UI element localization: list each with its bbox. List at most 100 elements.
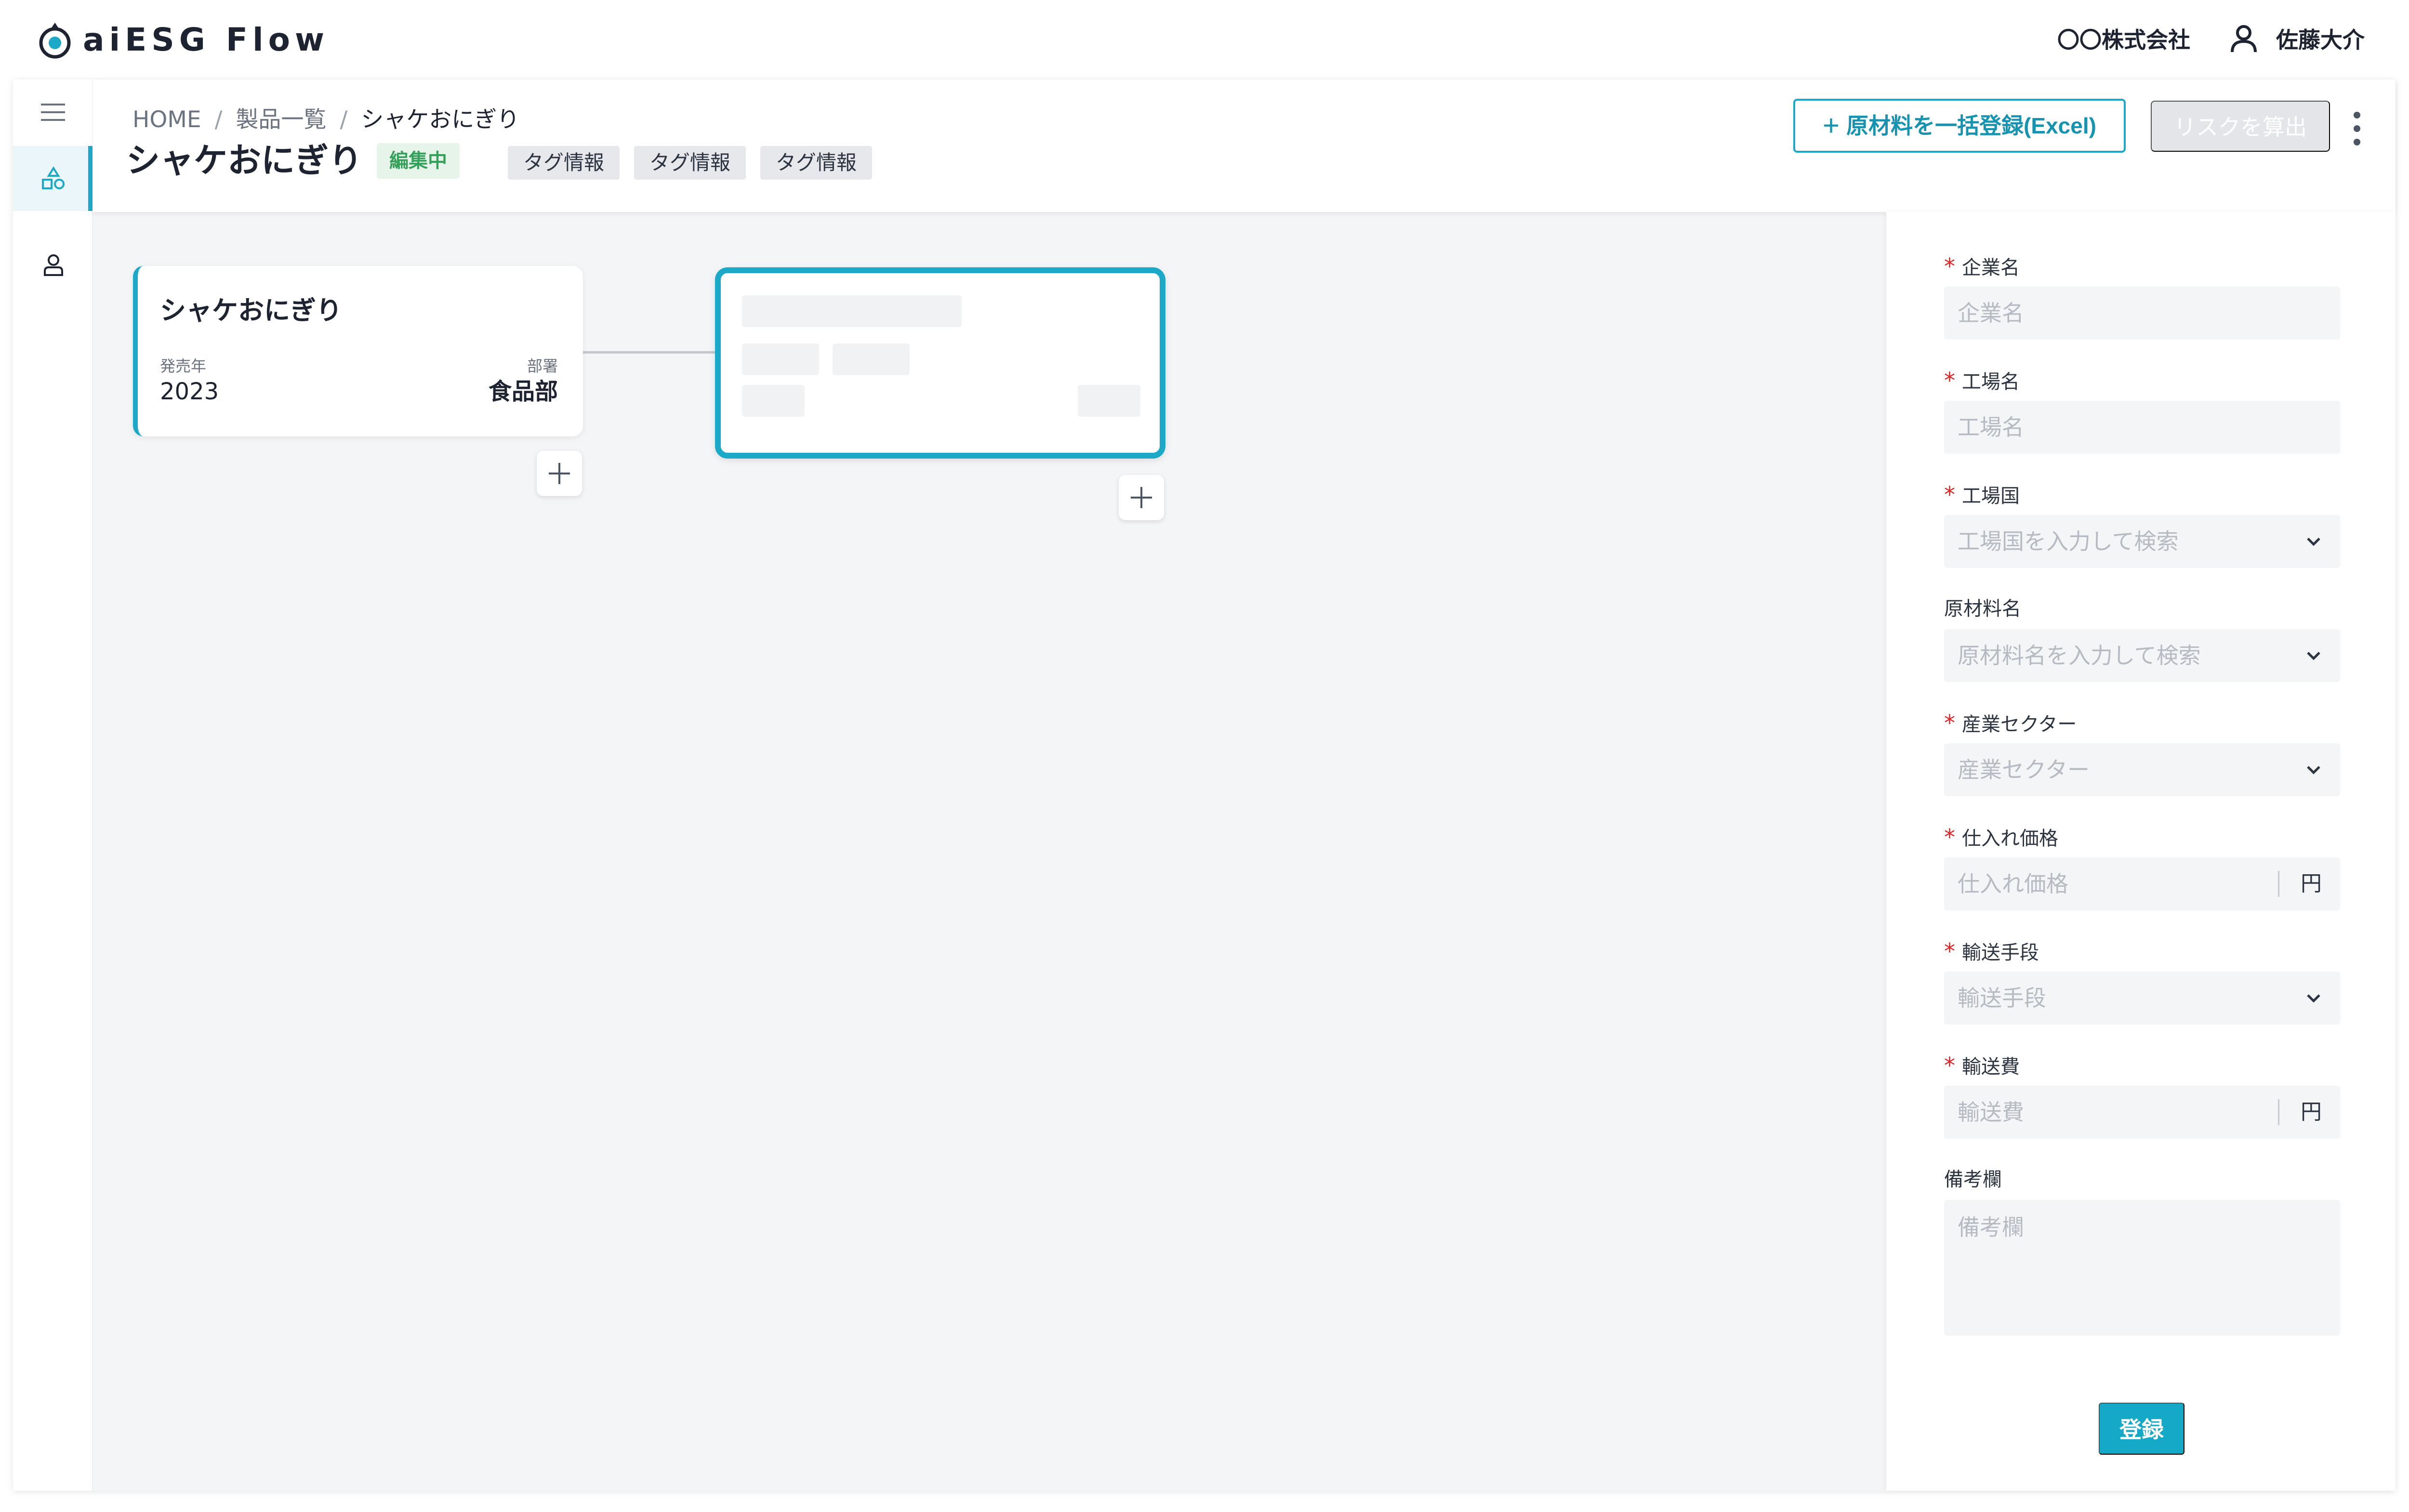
field-label: * 工場国 <box>1944 482 2020 509</box>
placeholder: 工場国を入力して検索 <box>1958 528 2179 554</box>
release-year-label: 発売年 <box>160 357 207 375</box>
chevron-down-icon <box>2307 652 2320 660</box>
field-label-text: 工場名 <box>1962 371 2020 393</box>
material-name-select[interactable]: 原材料名を入力して検索 <box>1944 629 2340 682</box>
required-mark: * <box>1944 368 1955 394</box>
calc-risk-button[interactable]: リスクを算出 <box>2151 101 2330 152</box>
release-year: 2023 <box>160 378 219 405</box>
factory-country-select[interactable]: 工場国を入力して検索 <box>1944 515 2340 568</box>
field-label-text: 備考欄 <box>1944 1169 2002 1191</box>
page-title: シャケおにぎり <box>126 141 362 180</box>
skeleton-line <box>742 295 962 327</box>
unit-divider <box>2278 871 2279 897</box>
required-mark: * <box>1944 482 1955 508</box>
field-label-text: 輸送手段 <box>1962 942 2039 964</box>
breadcrumb-separator: / <box>214 106 223 133</box>
required-mark: * <box>1944 1052 1955 1078</box>
breadcrumb-home[interactable]: HOME <box>132 105 201 135</box>
field-label-text: 仕入れ価格 <box>1962 828 2058 850</box>
placeholder: 企業名 <box>1958 300 2024 326</box>
product-name: シャケおにぎり <box>160 295 342 326</box>
material-form-panel: * 企業名 企業名 * 工場名 工場名 * 工場国 工場国を入力して検索 原材料名 原… <box>1886 212 2396 1491</box>
field-label: * 工場名 <box>1944 368 2020 395</box>
breadcrumb-current: シャケおにぎり <box>361 106 520 133</box>
bulk-register-button[interactable]: + 原材料を一括登録(Excel) <box>1793 99 2126 153</box>
unit-divider <box>2278 1099 2279 1125</box>
flow-connector <box>583 351 716 354</box>
side-rail <box>13 79 93 1491</box>
product-card[interactable]: シャケおにぎり 発売年 2023 部署 食品部 <box>133 266 583 436</box>
skeleton-line <box>833 343 910 375</box>
unit-yen: 円 <box>2301 871 2322 896</box>
plus-icon <box>1131 487 1152 508</box>
chevron-down-icon <box>2307 538 2320 546</box>
breadcrumb-products[interactable]: 製品一覧 <box>236 105 326 135</box>
placeholder: 輸送手段 <box>1958 985 2046 1011</box>
purchase-price-input[interactable]: 仕入れ価格 円 <box>1944 857 2340 910</box>
user-name[interactable]: 佐藤大介 <box>2276 25 2365 55</box>
skeleton-line <box>742 385 805 417</box>
required-mark: * <box>1944 824 1955 850</box>
user-icon[interactable] <box>2230 24 2258 54</box>
transport-cost-input[interactable]: 輸送費 円 <box>1944 1086 2340 1139</box>
field-label: 原材料名 <box>1944 596 2021 622</box>
company-name-input[interactable]: 企業名 <box>1944 287 2340 340</box>
new-material-card[interactable] <box>715 267 1165 459</box>
department: 食品部 <box>488 378 558 405</box>
skeleton-line <box>742 343 819 375</box>
register-button[interactable]: 登録 <box>2099 1403 2184 1455</box>
bulk-register-label: 原材料を一括登録(Excel) <box>1846 113 2096 138</box>
breadcrumb: HOME / 製品一覧 / シャケおにぎり <box>132 105 519 135</box>
kebab-icon[interactable] <box>2352 109 2362 148</box>
factory-name-input[interactable]: 工場名 <box>1944 401 2340 454</box>
field-label: * 輸送手段 <box>1944 938 2039 966</box>
field-label-text: 産業セクター <box>1962 713 2077 736</box>
logo-icon <box>39 23 71 59</box>
products-icon <box>42 166 65 189</box>
notes-textarea[interactable]: 備考欄 <box>1944 1200 2340 1336</box>
field-label-text: 輸送費 <box>1962 1056 2020 1078</box>
placeholder: 輸送費 <box>1958 1099 2024 1125</box>
plus-icon <box>549 463 570 484</box>
field-label: 備考欄 <box>1944 1167 2002 1193</box>
user-icon <box>44 254 63 276</box>
page-header: HOME / 製品一覧 / シャケおにぎり シャケおにぎり 編集中 タグ情報 タ… <box>93 79 2396 212</box>
chevron-down-icon <box>2307 766 2320 775</box>
menu-icon[interactable] <box>41 102 65 123</box>
add-node-button[interactable] <box>537 451 582 496</box>
field-label: * 仕入れ価格 <box>1944 824 2058 852</box>
placeholder: 仕入れ価格 <box>1958 871 2068 897</box>
field-label: * 輸送費 <box>1944 1052 2020 1080</box>
field-label-text: 工場国 <box>1962 485 2020 507</box>
required-mark: * <box>1944 938 1955 964</box>
field-label-text: 原材料名 <box>1944 598 2021 620</box>
placeholder: 工場名 <box>1958 414 2024 440</box>
transport-mode-select[interactable]: 輸送手段 <box>1944 972 2340 1025</box>
top-header: aiESG Flow 〇〇株式会社 佐藤大介 <box>0 0 2409 79</box>
field-label: * 企業名 <box>1944 253 2020 281</box>
chevron-down-icon <box>2307 994 2320 1003</box>
department-label: 部署 <box>527 357 558 375</box>
required-mark: * <box>1944 253 1955 279</box>
plus-icon: + <box>1823 109 1840 142</box>
placeholder: 原材料名を入力して検索 <box>1958 643 2201 669</box>
breadcrumb-separator: / <box>340 106 348 133</box>
rail-item-products[interactable] <box>13 146 93 211</box>
brand-name: aiESG Flow <box>83 21 329 58</box>
rail-item-users[interactable] <box>13 238 93 291</box>
company-name: 〇〇株式会社 <box>2057 27 2190 53</box>
status-badge: 編集中 <box>377 143 460 179</box>
unit-yen: 円 <box>2301 1100 2322 1124</box>
skeleton-line <box>1078 385 1140 417</box>
tag-chip[interactable]: タグ情報 <box>634 146 746 180</box>
required-mark: * <box>1944 710 1955 736</box>
add-node-button[interactable] <box>1119 475 1164 520</box>
placeholder: 産業セクター <box>1958 757 2090 783</box>
industry-sector-select[interactable]: 産業セクター <box>1944 743 2340 796</box>
placeholder: 備考欄 <box>1958 1214 2024 1240</box>
tag-chip[interactable]: タグ情報 <box>760 146 872 180</box>
brand-logo[interactable]: aiESG Flow <box>38 18 329 62</box>
tag-chip[interactable]: タグ情報 <box>508 146 620 180</box>
field-label: * 産業セクター <box>1944 710 2077 737</box>
field-label-text: 企業名 <box>1962 257 2020 279</box>
